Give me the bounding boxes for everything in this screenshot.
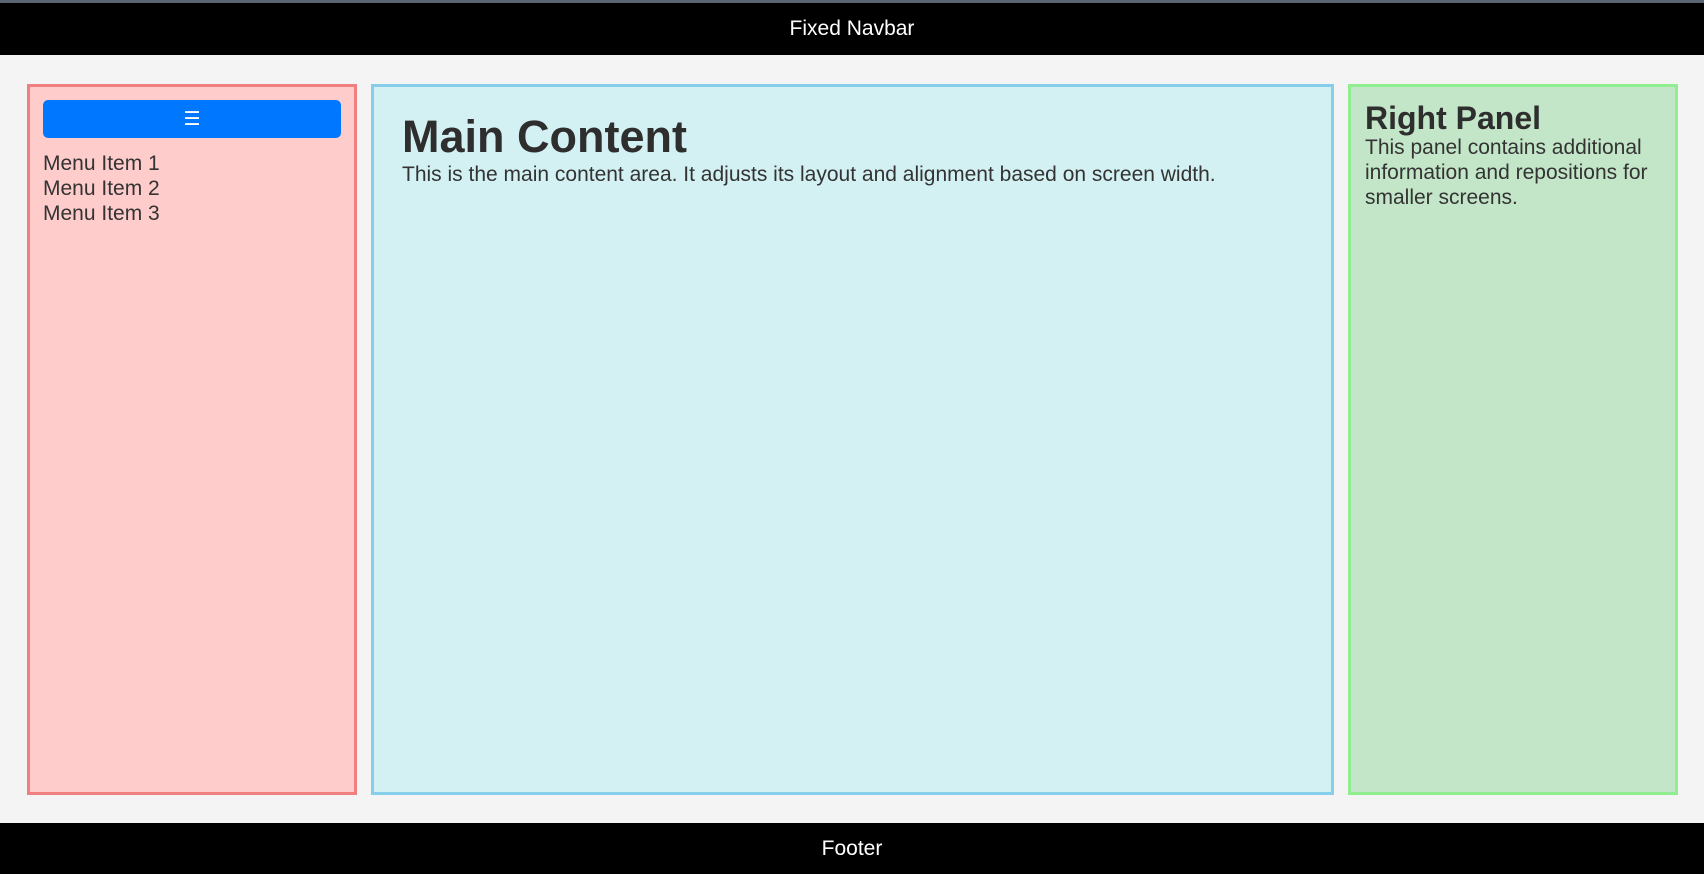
sidebar-menu: Menu Item 1 Menu Item 2 Menu Item 3 [43,151,341,226]
right-panel-description: This panel contains additional informati… [1365,136,1648,209]
main-heading: Main Content [402,111,687,162]
right-panel-heading: Right Panel [1365,100,1542,136]
hamburger-menu-icon: ☰ [183,108,201,130]
footer-text: Footer [821,836,883,860]
footer: Footer [0,823,1704,874]
menu-toggle-button[interactable]: ☰ [43,100,341,138]
sidebar-item-menu-item-3[interactable]: Menu Item 3 [43,201,341,226]
page-layout: ☰ Menu Item 1 Menu Item 2 Menu Item 3 Ma… [0,55,1704,823]
navbar-title: Fixed Navbar [789,17,915,40]
main-content-panel: Main Content This is the main content ar… [371,84,1334,795]
main-description: This is the main content area. It adjust… [402,163,1216,186]
sidebar-item-menu-item-2[interactable]: Menu Item 2 [43,176,341,201]
navbar: Fixed Navbar [0,3,1704,55]
right-panel: Right Panel This panel contains addition… [1348,84,1678,795]
left-sidebar: ☰ Menu Item 1 Menu Item 2 Menu Item 3 [27,84,357,795]
sidebar-item-menu-item-1[interactable]: Menu Item 1 [43,151,341,176]
